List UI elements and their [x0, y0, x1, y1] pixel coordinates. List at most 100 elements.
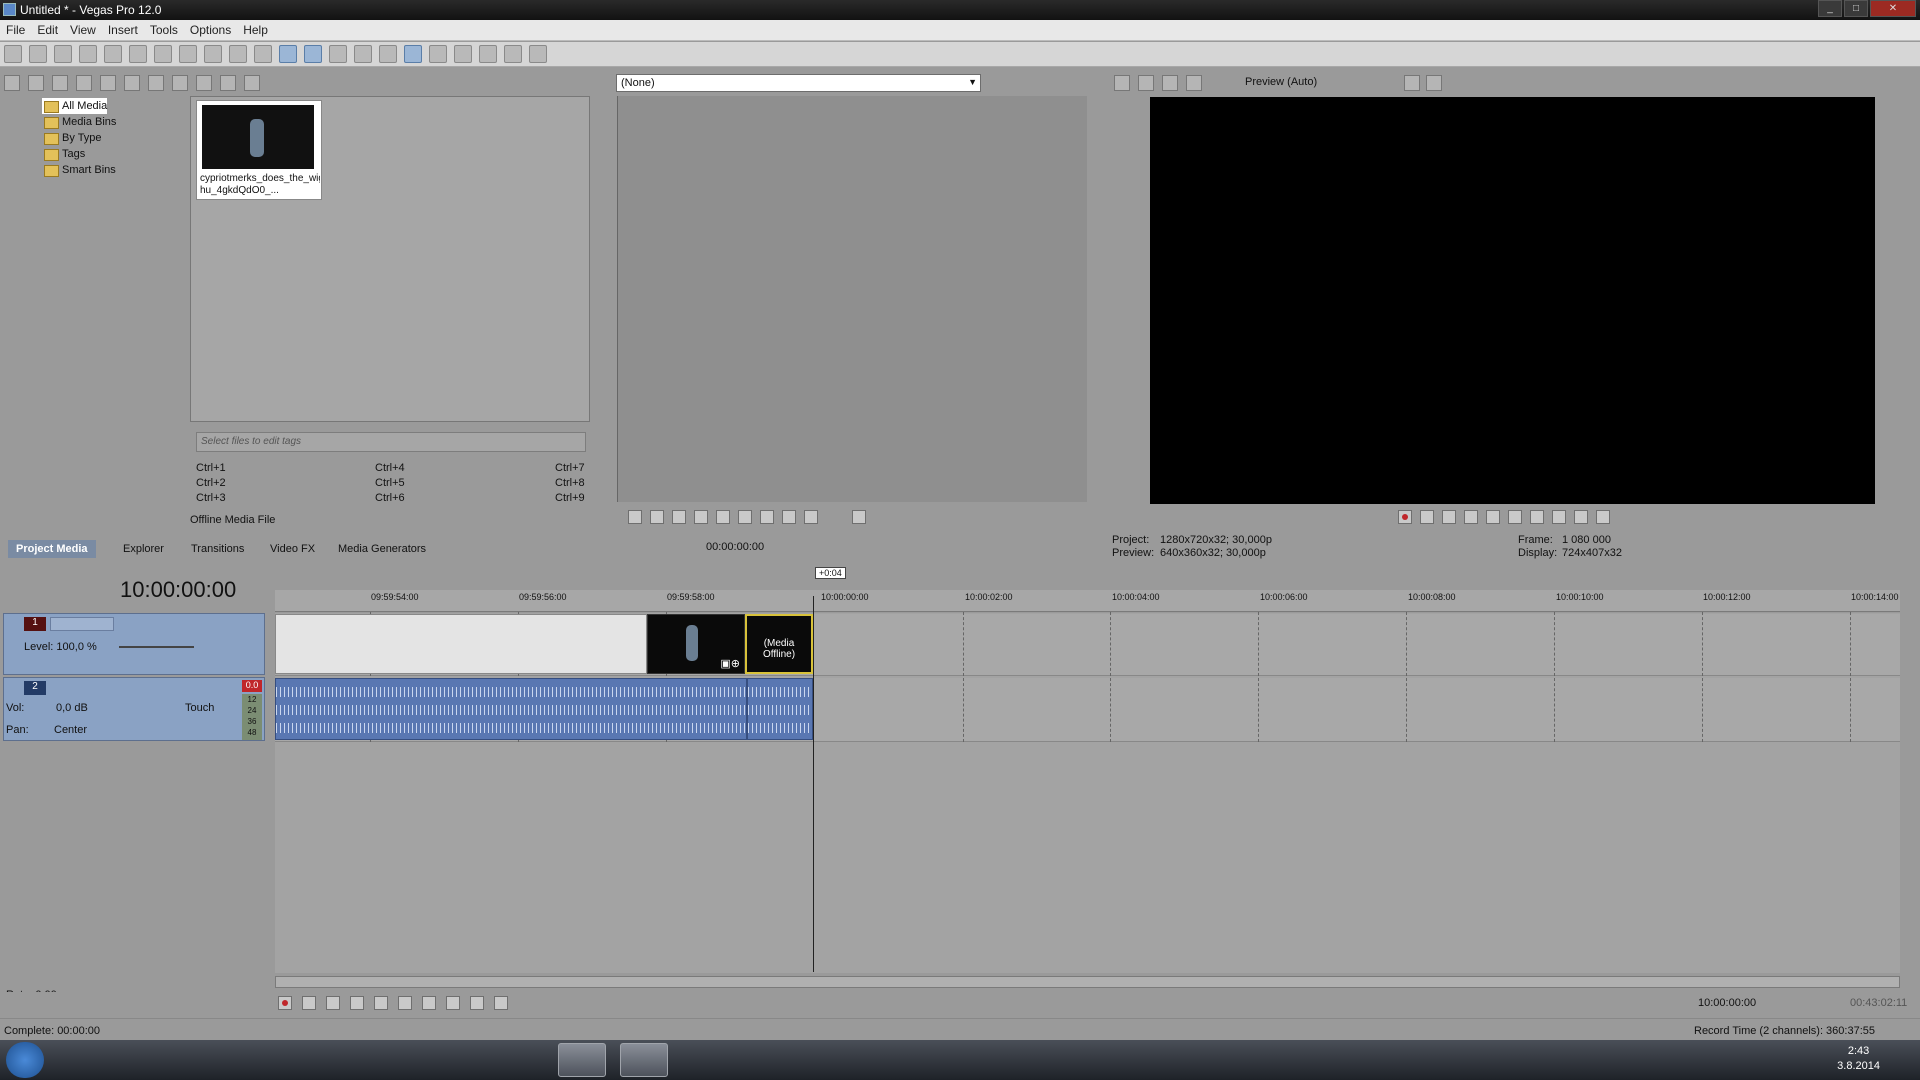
undo-icon[interactable] — [229, 45, 247, 63]
new-icon[interactable] — [4, 45, 22, 63]
loop-icon[interactable] — [628, 510, 642, 524]
enable-snapping-icon[interactable] — [279, 45, 297, 63]
chrome-icon[interactable] — [124, 1043, 172, 1077]
previous-frame-icon[interactable] — [470, 996, 484, 1010]
render-icon[interactable] — [104, 45, 122, 63]
time-ruler[interactable]: 09:59:54:00 09:59:56:00 09:59:58:00 10:0… — [275, 590, 1900, 612]
track-name-field[interactable] — [50, 617, 114, 631]
copy-icon[interactable] — [179, 45, 197, 63]
paste-icon[interactable] — [204, 45, 222, 63]
system-clock[interactable]: 2:43 3.8.2014 — [1837, 1044, 1880, 1074]
open-icon[interactable] — [29, 45, 47, 63]
pause-icon[interactable] — [694, 510, 708, 524]
capture-video-icon[interactable] — [28, 75, 44, 91]
redo-icon[interactable] — [254, 45, 272, 63]
go-to-end-icon[interactable] — [760, 510, 774, 524]
play-icon[interactable] — [172, 75, 188, 91]
tree-item-media-bins[interactable]: Media Bins — [42, 114, 116, 130]
copy-snapshot-icon[interactable] — [1404, 75, 1420, 91]
automation-mode[interactable]: Touch — [185, 702, 214, 714]
online-icon[interactable] — [504, 45, 522, 63]
next-frame-icon[interactable] — [1596, 510, 1610, 524]
video-event[interactable]: ▣⊕ — [647, 614, 745, 674]
start-button[interactable] — [6, 1042, 44, 1078]
event-fx-icon[interactable]: ▣⊕ — [720, 657, 740, 670]
playhead-cursor[interactable] — [813, 596, 814, 972]
tag-edit-input[interactable]: Select files to edit tags — [196, 432, 586, 452]
menu-insert[interactable]: Insert — [102, 20, 144, 40]
pause-icon[interactable] — [1486, 510, 1500, 524]
tree-item-by-type[interactable]: By Type — [42, 130, 102, 146]
video-event-offline[interactable]: (Media Offline) — [745, 614, 813, 674]
tab-video-fx[interactable]: Video FX — [262, 540, 323, 558]
record-icon[interactable] — [1398, 510, 1412, 524]
media-thumbnail[interactable]: cypriotmerks_does_the_wiggle-hu_4gkdQdO0… — [196, 100, 322, 200]
minimize-button[interactable]: _ — [1818, 0, 1842, 17]
pen-app-icon[interactable] — [558, 1043, 606, 1077]
go-to-end-icon[interactable] — [1552, 510, 1566, 524]
add-to-timeline-icon[interactable] — [852, 510, 866, 524]
close-button[interactable]: ✕ — [1870, 0, 1916, 17]
menu-edit[interactable]: Edit — [31, 20, 64, 40]
media-player-icon[interactable] — [248, 1043, 296, 1077]
next-frame-icon[interactable] — [494, 996, 508, 1010]
menu-help[interactable]: Help — [237, 20, 274, 40]
tree-item-tags[interactable]: Tags — [42, 146, 85, 162]
stop-icon[interactable] — [716, 510, 730, 524]
next-frame-icon[interactable] — [804, 510, 818, 524]
go-to-start-icon[interactable] — [422, 996, 436, 1010]
play-from-start-icon[interactable] — [1442, 510, 1456, 524]
views-icon[interactable] — [220, 75, 236, 91]
cut-icon[interactable] — [154, 45, 172, 63]
play-icon[interactable] — [672, 510, 686, 524]
loop-icon[interactable] — [1420, 510, 1434, 524]
menu-view[interactable]: View — [64, 20, 102, 40]
search-icon[interactable] — [244, 75, 260, 91]
level-slider[interactable] — [119, 646, 194, 648]
previous-frame-icon[interactable] — [1574, 510, 1588, 524]
normal-edit-tool-icon[interactable] — [404, 45, 422, 63]
auto-crossfade-icon[interactable] — [304, 45, 322, 63]
play-from-start-icon[interactable] — [650, 510, 664, 524]
timeline-scrollbar[interactable] — [275, 976, 1900, 988]
tree-item-smart-bins[interactable]: Smart Bins — [42, 162, 116, 178]
whats-this-help-icon[interactable] — [529, 45, 547, 63]
skype-icon[interactable] — [372, 1043, 420, 1077]
file-explorer-icon[interactable] — [186, 1043, 234, 1077]
audio-track-header[interactable]: 2 Vol: 0,0 dB Touch Pan: Center 0.0 12 2… — [3, 677, 265, 741]
import-media-icon[interactable] — [4, 75, 20, 91]
audio-event[interactable] — [747, 678, 813, 740]
go-to-start-icon[interactable] — [738, 510, 752, 524]
trimmer-media-select[interactable]: (None) ▼ — [616, 74, 981, 92]
video-track-header[interactable]: 1 Level: 100,0 % — [3, 613, 265, 675]
previous-frame-icon[interactable] — [782, 510, 796, 524]
stop-icon[interactable] — [398, 996, 412, 1010]
remove-media-icon[interactable] — [100, 75, 116, 91]
firefox-icon[interactable] — [62, 1043, 110, 1077]
tree-item-all-media[interactable]: All Media — [42, 98, 108, 114]
save-snapshot-icon[interactable] — [1426, 75, 1442, 91]
auto-preview-icon[interactable] — [148, 75, 164, 91]
go-to-end-icon[interactable] — [446, 996, 460, 1010]
ignore-grouping-icon[interactable] — [379, 45, 397, 63]
video-event-empty[interactable] — [275, 614, 647, 674]
external-monitor-icon[interactable] — [1138, 75, 1154, 91]
selection-tool-icon[interactable] — [454, 45, 472, 63]
tab-media-generators[interactable]: Media Generators — [330, 540, 434, 558]
menu-file[interactable]: File — [0, 20, 31, 40]
tab-transitions[interactable]: Transitions — [183, 540, 252, 558]
vegas-pro-icon[interactable] — [620, 1043, 668, 1077]
steam-icon[interactable] — [434, 1043, 482, 1077]
menu-tools[interactable]: Tools — [144, 20, 184, 40]
play-icon[interactable] — [350, 996, 364, 1010]
menu-options[interactable]: Options — [184, 20, 237, 40]
save-as-icon[interactable] — [79, 45, 97, 63]
lock-envelopes-icon[interactable] — [354, 45, 372, 63]
go-to-start-icon[interactable] — [1530, 510, 1544, 524]
tab-project-media[interactable]: Project Media — [8, 540, 96, 558]
envelope-tool-icon[interactable] — [429, 45, 447, 63]
stop-icon[interactable] — [1508, 510, 1522, 524]
spotify-icon[interactable] — [310, 1043, 358, 1077]
ripple-edit-icon[interactable] — [329, 45, 347, 63]
audio-event[interactable] — [275, 678, 747, 740]
